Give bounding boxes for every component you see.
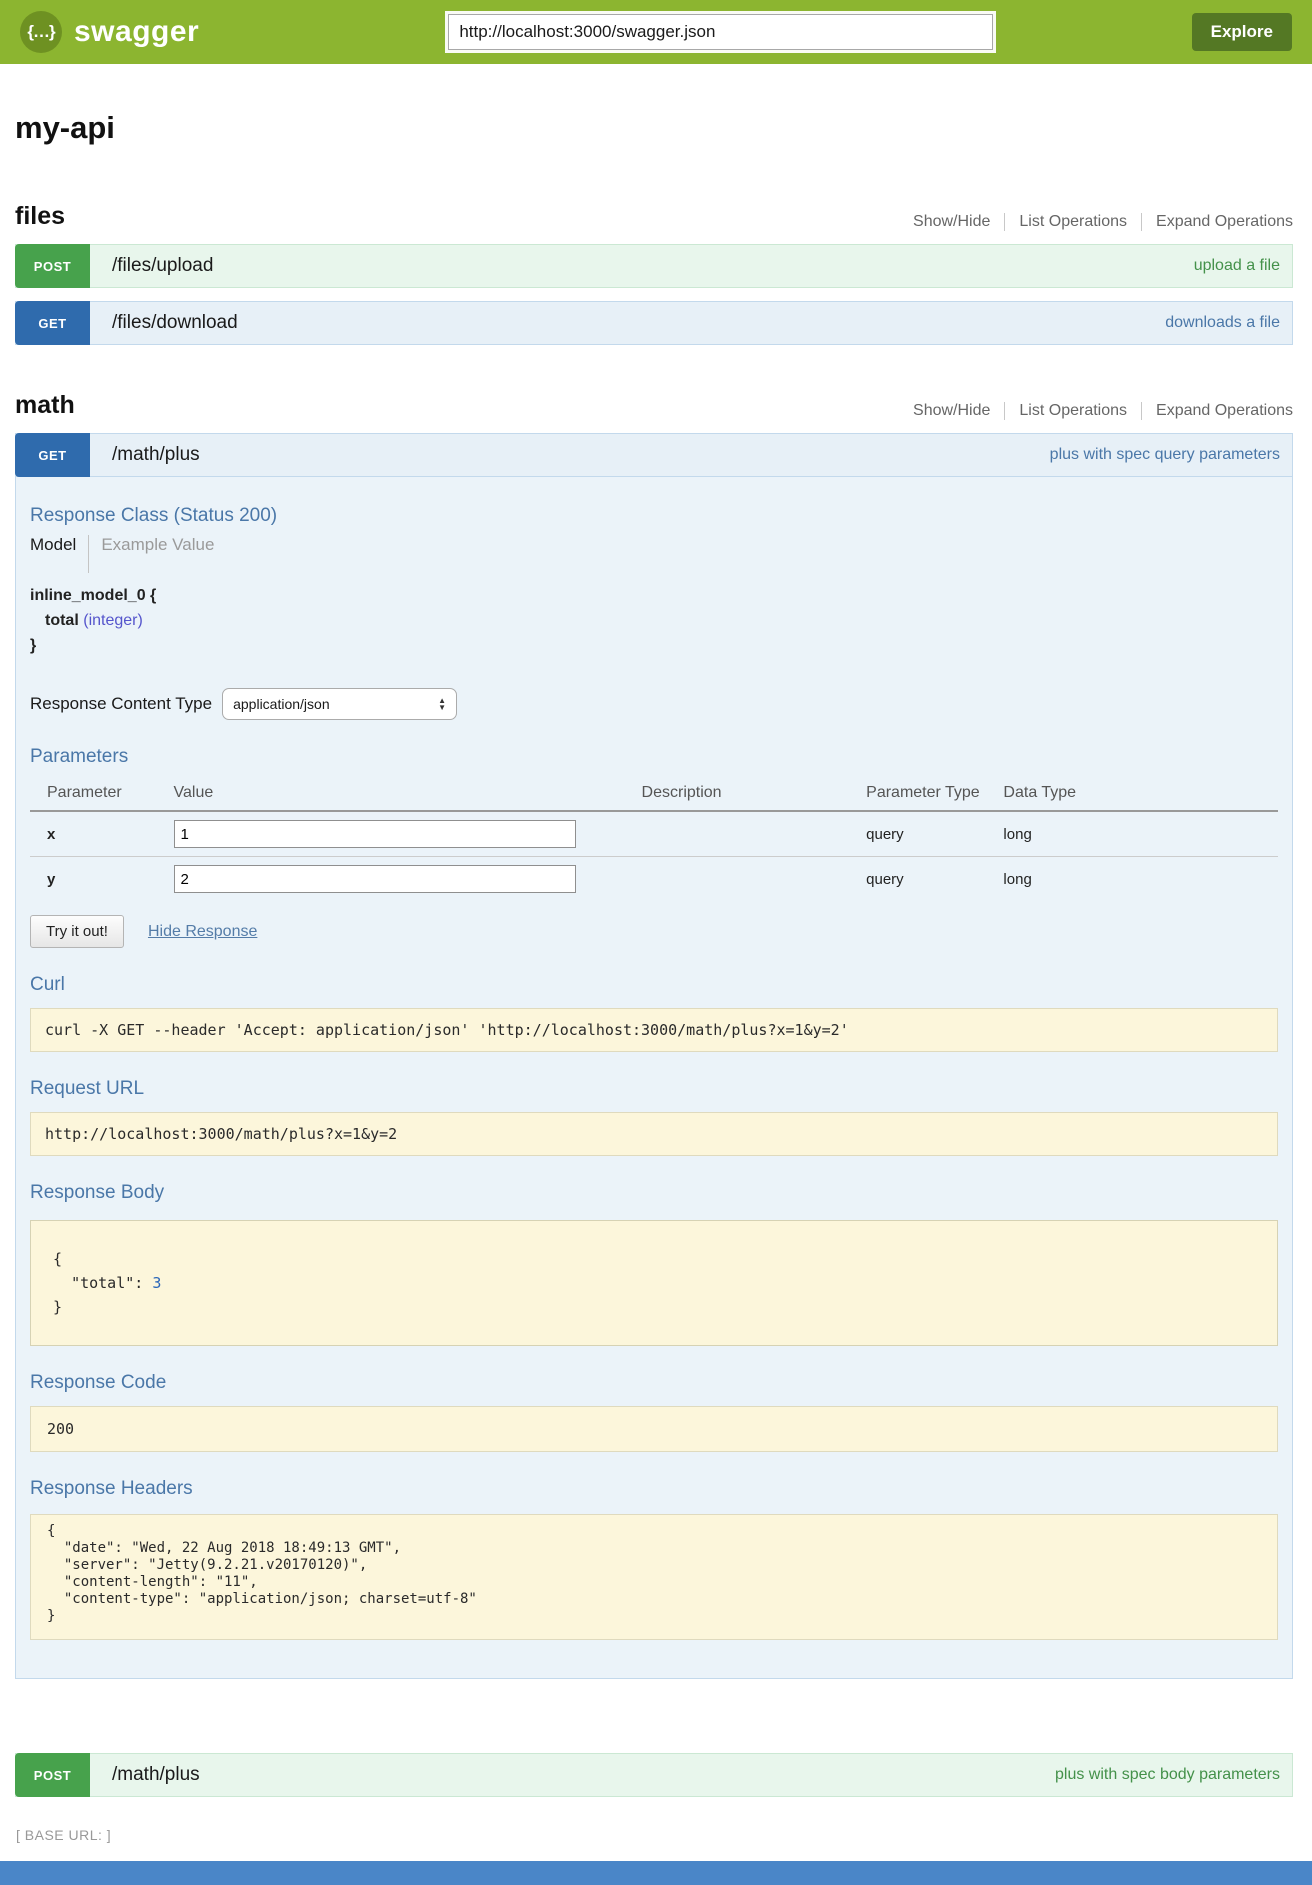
response-class-title: Response Class (Status 200): [30, 505, 1278, 527]
tab-divider: [88, 535, 89, 573]
model-tabs: Model Example Value: [30, 535, 1278, 573]
response-code-box: 200: [30, 1406, 1278, 1452]
param-x-value-input[interactable]: [174, 820, 576, 848]
operation-get-math-plus: GET /math/plus plus with spec query para…: [15, 433, 1293, 1679]
op-expanded-panel: Response Class (Status 200) Model Exampl…: [15, 477, 1293, 1679]
param-name-cell: x: [30, 811, 174, 857]
model-property-type: (integer): [83, 612, 143, 629]
parameters-table: Parameter Value Description Parameter Ty…: [30, 778, 1278, 901]
operation-post-files-upload: POST /files/upload upload a file: [15, 244, 1293, 288]
op-path-link[interactable]: /files/upload: [112, 255, 213, 277]
model-close-line: }: [30, 633, 1278, 658]
curl-title: Curl: [30, 974, 1278, 996]
response-content-type-row: Response Content Type application/json ▲…: [30, 688, 1278, 720]
parameter-row-y: y query long: [30, 857, 1278, 902]
method-badge-get: GET: [15, 433, 90, 477]
api-url-input[interactable]: [448, 14, 993, 50]
section-math: math Show/Hide List Operations Expand Op…: [15, 391, 1293, 1797]
response-headers-title: Response Headers: [30, 1478, 1278, 1500]
base-url-label: [ BASE URL: ]: [16, 1827, 1312, 1843]
page-title: my-api: [15, 110, 1293, 146]
op-summary-link[interactable]: upload a file: [1194, 257, 1280, 275]
param-type-cell: query: [866, 857, 1003, 902]
op-summary-link[interactable]: downloads a file: [1165, 314, 1280, 332]
content-type-selected-value: application/json: [233, 696, 438, 712]
section-title-math: math: [15, 391, 75, 420]
footer-bar: [0, 1861, 1312, 1885]
parameters-header-row: Parameter Value Description Parameter Ty…: [30, 778, 1278, 811]
column-header-parameter-type: Parameter Type: [866, 778, 1003, 811]
list-operations-link[interactable]: List Operations: [1004, 402, 1141, 420]
expand-operations-link[interactable]: Expand Operations: [1141, 402, 1293, 420]
op-header: GET /files/download downloads a file: [15, 301, 1293, 345]
expand-operations-link[interactable]: Expand Operations: [1141, 213, 1293, 231]
swagger-logo-icon: {…}: [20, 11, 62, 53]
model-property-name: total: [45, 612, 79, 629]
request-url-box: http://localhost:3000/math/plus?x=1&y=2: [30, 1112, 1278, 1156]
model-signature: inline_model_0 { total (integer) }: [30, 583, 1278, 658]
show-hide-link[interactable]: Show/Hide: [899, 402, 1004, 420]
op-header: POST /math/plus plus with spec body para…: [15, 1753, 1293, 1797]
brand: {…} swagger: [20, 11, 250, 53]
column-header-parameter: Parameter: [30, 778, 174, 811]
section-header-files: files Show/Hide List Operations Expand O…: [15, 202, 1293, 231]
topbar: {…} swagger Explore: [0, 0, 1312, 64]
request-url-title: Request URL: [30, 1078, 1278, 1100]
param-description-cell: [642, 857, 867, 902]
section-controls-math: Show/Hide List Operations Expand Operati…: [899, 402, 1293, 420]
method-badge-get: GET: [15, 301, 90, 345]
op-path-link[interactable]: /math/plus: [112, 1764, 200, 1786]
list-operations-link[interactable]: List Operations: [1004, 213, 1141, 231]
model-open-line: inline_model_0 {: [30, 583, 1278, 608]
brand-title: swagger: [74, 15, 199, 49]
section-files: files Show/Hide List Operations Expand O…: [15, 202, 1293, 345]
tab-model[interactable]: Model: [30, 535, 76, 555]
method-badge-post: POST: [15, 244, 90, 288]
operation-post-math-plus: POST /math/plus plus with spec body para…: [15, 1753, 1293, 1797]
section-header-math: math Show/Hide List Operations Expand Op…: [15, 391, 1293, 420]
show-hide-link[interactable]: Show/Hide: [899, 213, 1004, 231]
explore-button[interactable]: Explore: [1192, 13, 1292, 51]
op-summary-link[interactable]: plus with spec query parameters: [1050, 446, 1280, 464]
response-code-title: Response Code: [30, 1372, 1278, 1394]
param-data-type-cell: long: [1003, 857, 1278, 902]
model-property: total (integer): [45, 608, 1278, 633]
column-header-value: Value: [174, 778, 642, 811]
op-path-link[interactable]: /files/download: [112, 312, 238, 334]
select-arrows-icon: ▲▼: [438, 697, 446, 711]
response-body-box: { "total": 3 }: [30, 1220, 1278, 1346]
column-header-description: Description: [642, 778, 867, 811]
param-y-value-input[interactable]: [174, 865, 576, 893]
parameters-title: Parameters: [30, 746, 1278, 768]
curl-command-box: curl -X GET --header 'Accept: applicatio…: [30, 1008, 1278, 1052]
response-headers-box: { "date": "Wed, 22 Aug 2018 18:49:13 GMT…: [30, 1514, 1278, 1640]
section-title-files: files: [15, 202, 65, 231]
param-data-type-cell: long: [1003, 811, 1278, 857]
response-body-title: Response Body: [30, 1182, 1278, 1204]
param-description-cell: [642, 811, 867, 857]
column-header-data-type: Data Type: [1003, 778, 1278, 811]
section-controls-files: Show/Hide List Operations Expand Operati…: [899, 213, 1293, 231]
op-header: GET /math/plus plus with spec query para…: [15, 433, 1293, 477]
op-path-link[interactable]: /math/plus: [112, 444, 200, 466]
response-headers-json: { "date": "Wed, 22 Aug 2018 18:49:13 GMT…: [47, 1523, 1261, 1625]
main-content: my-api files Show/Hide List Operations E…: [15, 110, 1293, 1797]
content-type-select[interactable]: application/json ▲▼: [222, 688, 457, 720]
op-summary-link[interactable]: plus with spec body parameters: [1055, 1766, 1280, 1784]
try-it-out-button[interactable]: Try it out!: [30, 915, 124, 948]
parameter-row-x: x query long: [30, 811, 1278, 857]
operation-get-files-download: GET /files/download downloads a file: [15, 301, 1293, 345]
op-header: POST /files/upload upload a file: [15, 244, 1293, 288]
method-badge-post: POST: [15, 1753, 90, 1797]
response-body-json: { "total": 3 }: [53, 1247, 1255, 1319]
actions-row: Try it out! Hide Response: [30, 915, 1278, 948]
param-name-cell: y: [30, 857, 174, 902]
param-type-cell: query: [866, 811, 1003, 857]
tab-example-value[interactable]: Example Value: [101, 535, 214, 555]
response-content-type-label: Response Content Type: [30, 694, 212, 714]
hide-response-link[interactable]: Hide Response: [148, 923, 257, 941]
response-body-number: 3: [152, 1274, 161, 1292]
